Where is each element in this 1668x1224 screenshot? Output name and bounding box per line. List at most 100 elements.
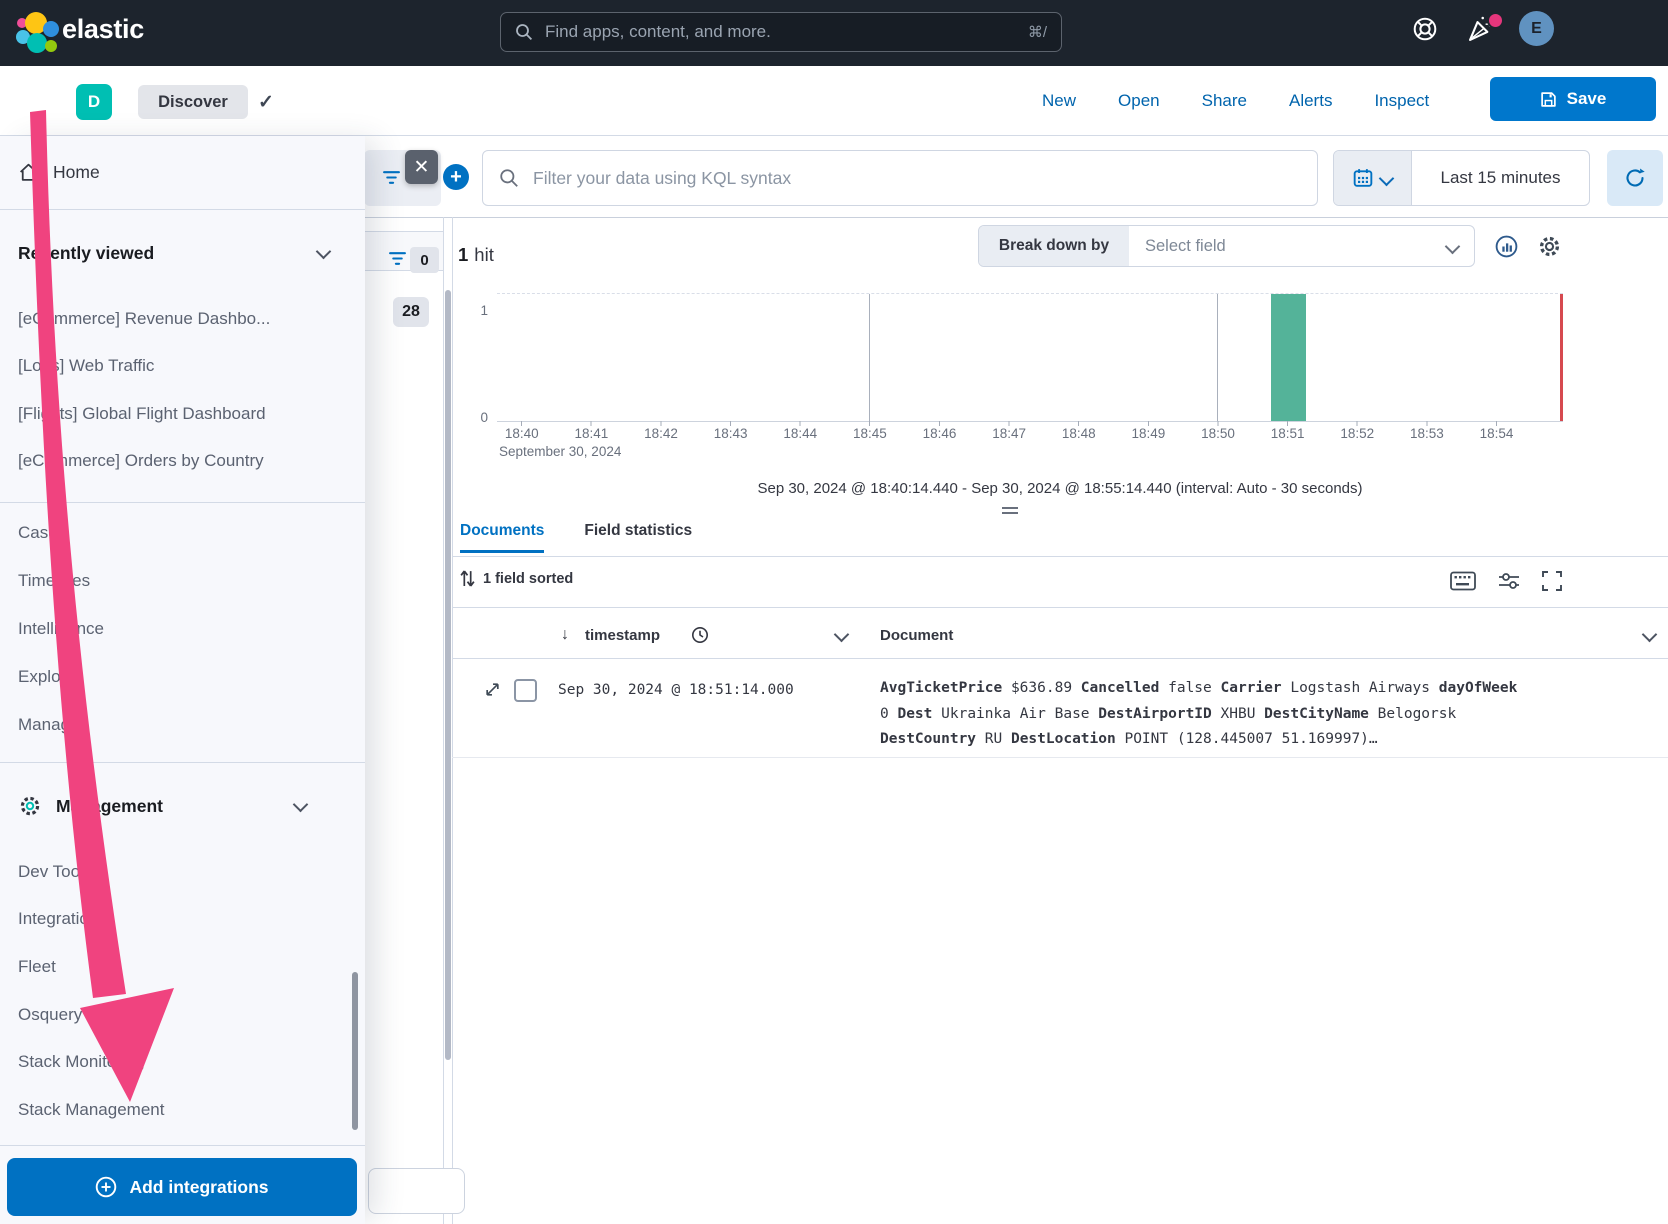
column-header-timestamp[interactable]: timestamp (585, 627, 660, 644)
divider (452, 757, 1668, 758)
sidebar-nav-link[interactable]: Osquery (0, 991, 345, 1039)
sidebar-scrollbar[interactable] (352, 972, 358, 1130)
time-range-picker[interactable]: Last 15 minutes (1333, 150, 1590, 206)
chevron-down-icon (1445, 238, 1461, 254)
x-axis-tick-label: 18:46 (905, 426, 975, 441)
vertical-gridline (869, 294, 870, 421)
add-filter-button[interactable]: + (443, 164, 469, 190)
field-filter-icon[interactable] (388, 249, 407, 268)
sidebar-nav-link[interactable]: Stack Monitoring (0, 1038, 345, 1086)
home-label: Home (53, 162, 100, 183)
breakdown-control[interactable]: Break down by Select field (978, 225, 1475, 267)
toolbar-menu: New Open Share Alerts Inspect (1042, 66, 1429, 136)
keyboard-icon[interactable] (1450, 571, 1476, 591)
sorted-fields-button[interactable]: 1 field sorted (460, 570, 573, 587)
refresh-icon (1623, 166, 1647, 190)
sidebar-nav-link[interactable]: Manage (0, 701, 345, 749)
x-axis-tick-label: 18:41 (557, 426, 627, 441)
x-axis-tick-label: 18:44 (766, 426, 836, 441)
add-integrations-button[interactable]: Add integrations (7, 1158, 357, 1216)
recently-viewed-header[interactable]: Recently viewed (0, 229, 363, 277)
discover-app-badge: D (76, 84, 112, 120)
sort-icon (460, 570, 475, 587)
fullscreen-icon[interactable] (1542, 571, 1562, 591)
divider (0, 502, 365, 503)
security-nav-list: Cases Timelines Intelligence Explore Man… (0, 509, 345, 749)
breakdown-select[interactable]: Select field (1129, 226, 1474, 266)
sidebar-nav-link[interactable]: Intelligence (0, 605, 345, 653)
check-icon: ✓ (258, 91, 274, 114)
save-button[interactable]: Save (1490, 77, 1656, 121)
search-icon (515, 23, 533, 41)
divider (0, 762, 365, 763)
sidebar-nav-link[interactable]: Stack Management (0, 1086, 345, 1134)
recently-viewed-link[interactable]: [Flights] Global Flight Dashboard (0, 390, 345, 438)
chevron-down-icon[interactable] (834, 627, 850, 643)
column-header-document[interactable]: Document (880, 627, 953, 644)
search-shortcut: ⌘/ (1028, 23, 1047, 41)
toolbar-link[interactable]: Share (1202, 91, 1247, 111)
sidebar-nav-link[interactable]: Dev Tools (0, 848, 345, 896)
fields-panel-scrollbar[interactable] (445, 290, 451, 1060)
document-field: DestCountry RU (880, 731, 1011, 747)
time-range-value[interactable]: Last 15 minutes (1412, 151, 1589, 205)
kql-query-bar[interactable] (482, 150, 1318, 206)
vertical-gridline (1217, 294, 1218, 421)
kql-input[interactable] (531, 167, 1301, 190)
gear-icon[interactable] (1537, 234, 1562, 259)
recently-viewed-link[interactable]: [eCommerce] Revenue Dashbo... (0, 295, 345, 343)
document-field: Cancelled false (1081, 680, 1221, 696)
tab-documents[interactable]: Documents (460, 522, 544, 553)
document-field: Dest Ukrainka Air Base (897, 706, 1098, 722)
panel-border (443, 217, 444, 1224)
x-axis-tick-label: 18:53 (1392, 426, 1462, 441)
recently-viewed-title: Recently viewed (18, 243, 154, 264)
global-header: elastic ⌘/ E (0, 0, 1668, 66)
refresh-button[interactable] (1607, 150, 1663, 206)
x-axis-tick-label: 18:40 (487, 426, 557, 441)
toolbar-link[interactable]: Open (1118, 91, 1160, 111)
toolbar-link[interactable]: Inspect (1374, 91, 1429, 111)
resize-handle[interactable] (1002, 507, 1018, 517)
elastic-logo (14, 10, 60, 56)
toolbar-link[interactable]: Alerts (1289, 91, 1332, 111)
sidebar-nav-link[interactable]: Timelines (0, 557, 345, 605)
x-axis-date-label: September 30, 2024 (499, 444, 621, 459)
global-search-input[interactable] (543, 21, 1018, 43)
x-axis-tick-label: 18:43 (696, 426, 766, 441)
recently-viewed-link[interactable]: [eCommerce] Orders by Country (0, 438, 345, 486)
toolbar-link[interactable]: New (1042, 91, 1076, 111)
sort-descending-icon: ↓ (561, 626, 569, 644)
date-picker-quick-menu[interactable] (1334, 151, 1412, 205)
chevron-down-icon (1379, 170, 1395, 186)
filter-icon[interactable] (382, 168, 401, 187)
sidebar-nav-link[interactable]: Explore (0, 653, 345, 701)
display-options-icon[interactable] (1498, 571, 1520, 591)
user-avatar[interactable]: E (1519, 11, 1554, 46)
histogram-bar[interactable] (1271, 294, 1306, 421)
grid-toolbar-icons (1450, 571, 1562, 591)
expand-row-icon[interactable] (484, 681, 501, 698)
x-axis-tick-label: 18:49 (1114, 426, 1184, 441)
clock-icon (691, 626, 709, 644)
sidebar-nav-link[interactable]: Integrations (0, 896, 345, 944)
chevron-down-icon[interactable] (1642, 627, 1658, 643)
sidebar-item-home[interactable]: Home (0, 148, 363, 196)
sidebar-nav-link[interactable]: Cases (0, 509, 345, 557)
tab-field-statistics[interactable]: Field statistics (584, 522, 692, 553)
x-axis-tick-label: 18:52 (1323, 426, 1393, 441)
x-axis-tick-label: 18:54 (1462, 426, 1532, 441)
chart-options-icon[interactable] (1494, 234, 1519, 259)
breadcrumb[interactable]: Discover (138, 85, 248, 119)
recently-viewed-link[interactable]: [Logs] Web Traffic (0, 343, 345, 391)
management-header[interactable]: Management (0, 782, 363, 830)
bottom-input-box[interactable] (368, 1168, 465, 1214)
global-search[interactable]: ⌘/ (500, 12, 1062, 52)
divider (0, 209, 365, 210)
sidebar-nav-link[interactable]: Fleet (0, 943, 345, 991)
flyout-close-button[interactable]: ✕ (405, 150, 438, 184)
row-checkbox[interactable] (514, 679, 537, 702)
help-lifebuoy-icon[interactable] (1412, 16, 1438, 42)
management-title: Management (56, 796, 163, 817)
home-icon (18, 162, 39, 183)
